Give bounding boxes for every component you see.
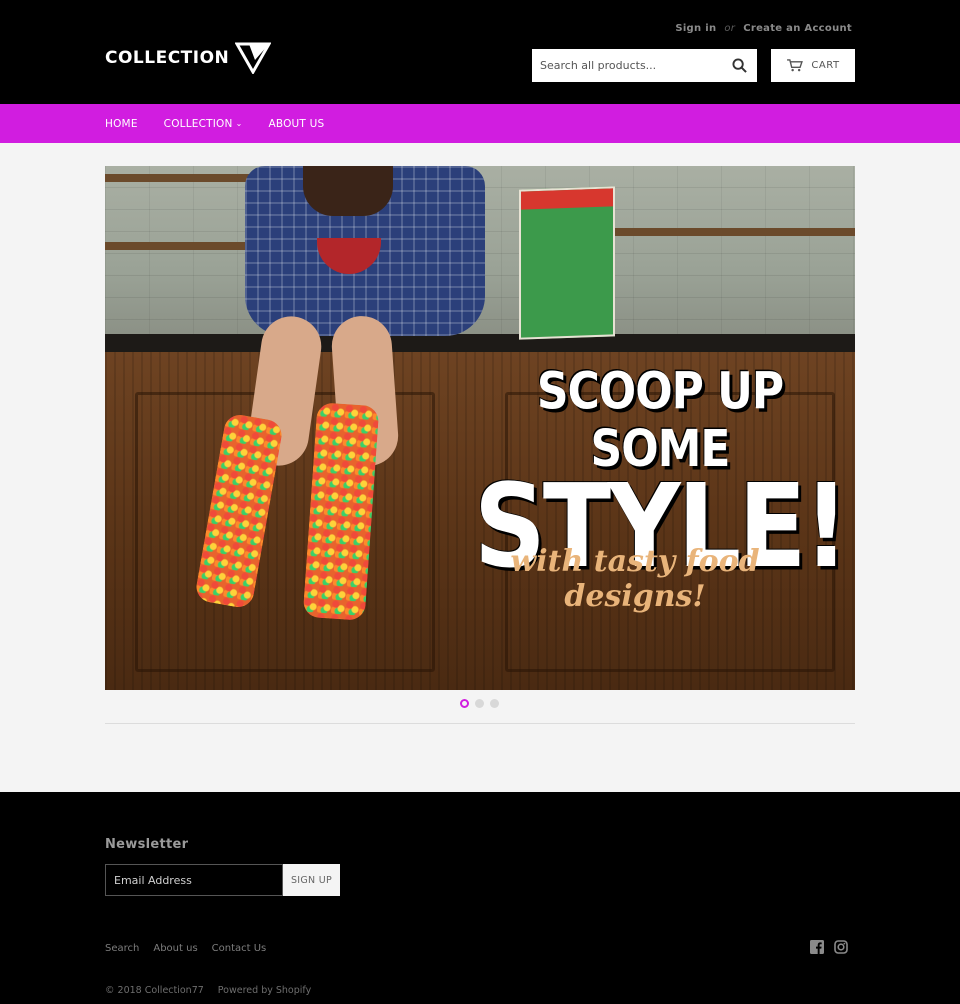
hero-tagline: with tasty food designs! xyxy=(510,544,760,614)
logo-triangle-icon xyxy=(235,42,272,74)
shelf xyxy=(105,242,255,250)
instagram-icon[interactable] xyxy=(834,940,848,954)
section-divider xyxy=(105,723,855,724)
person-hair xyxy=(303,166,393,216)
site-footer: Newsletter SIGN UP Search About us Conta… xyxy=(0,792,960,1004)
chevron-down-icon: ⌄ xyxy=(235,119,243,128)
hero-slide-image[interactable]: SCOOP UP SOME STYLE! with tasty food des… xyxy=(105,166,855,690)
email-field[interactable] xyxy=(105,864,283,896)
footer-link-contact-us[interactable]: Contact Us xyxy=(212,943,267,954)
cart-icon xyxy=(787,59,804,72)
copyright-row: © 2018 Collection77 Powered by Shopify xyxy=(105,985,311,996)
nav-item-collection[interactable]: COLLECTION ⌄ xyxy=(164,118,243,130)
nav-item-home[interactable]: HOME xyxy=(105,118,138,130)
footer-link-about-us[interactable]: About us xyxy=(153,943,197,954)
cart-label: CART xyxy=(811,60,840,71)
nav-item-label: HOME xyxy=(105,117,138,130)
sign-up-button[interactable]: SIGN UP xyxy=(283,864,340,896)
logo-text: COLLECTION xyxy=(105,48,230,68)
footer-link-search[interactable]: Search xyxy=(105,943,139,954)
sign-in-link[interactable]: Sign in xyxy=(675,23,716,34)
site-logo[interactable]: COLLECTION xyxy=(105,42,272,74)
slider-dots xyxy=(460,699,499,708)
cereal-box xyxy=(519,186,615,340)
create-account-link[interactable]: Create an Account xyxy=(743,23,852,34)
search-box xyxy=(532,49,757,82)
slider-dot-2[interactable] xyxy=(475,699,484,708)
nav-item-label: COLLECTION xyxy=(163,117,233,130)
copyright-text: © 2018 Collection77 xyxy=(105,985,204,996)
site-header: COLLECTION Sign in or Create an Account … xyxy=(0,0,960,104)
powered-by-link[interactable]: Powered by Shopify xyxy=(218,985,311,996)
newsletter-title: Newsletter xyxy=(105,837,189,852)
shelf xyxy=(615,228,855,236)
nav-item-about-us[interactable]: ABOUT US xyxy=(268,118,324,130)
slider-dot-1[interactable] xyxy=(460,699,469,708)
nav-item-label: ABOUT US xyxy=(268,117,325,130)
search-input[interactable] xyxy=(532,50,722,81)
main-nav: HOME COLLECTION ⌄ ABOUT US xyxy=(0,104,960,143)
cart-button[interactable]: CART xyxy=(771,49,855,82)
search-icon[interactable] xyxy=(732,58,747,73)
slider-dot-3[interactable] xyxy=(490,699,499,708)
or-separator: or xyxy=(724,23,736,34)
counter-top xyxy=(105,334,855,352)
newsletter-form: SIGN UP xyxy=(105,864,340,896)
footer-links: Search About us Contact Us xyxy=(105,943,266,954)
account-links: Sign in or Create an Account xyxy=(675,23,852,34)
facebook-icon[interactable] xyxy=(810,940,824,954)
social-links xyxy=(810,940,848,954)
